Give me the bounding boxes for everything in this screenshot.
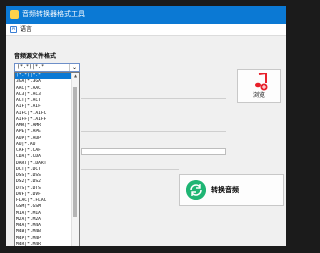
dropdown-scrollbar[interactable]: ▲ ▼ [71, 73, 79, 246]
refresh-icon [186, 180, 206, 200]
language-icon[interactable]: A [10, 26, 17, 33]
format-section-title: 音频源文件格式 [14, 53, 57, 60]
scroll-up-icon[interactable]: ▲ [72, 73, 79, 79]
title-bar[interactable]: 音频转换器格式工具 [6, 6, 286, 24]
chevron-down-icon[interactable]: ⌄ [69, 64, 79, 71]
scroll-down-icon[interactable]: ▼ [72, 245, 79, 246]
convert-audio-button[interactable]: 转换音频 [179, 174, 284, 206]
menu-item-language[interactable]: 语言 [20, 26, 32, 33]
app-icon [10, 10, 19, 19]
convert-audio-button-label: 转换音频 [211, 186, 239, 194]
format-dropdown-list[interactable]: (*.*)|*.* 3GA|*.3GA AAC|*.AAC AC3|*.AC3 ACT|… [14, 72, 80, 246]
divider [81, 169, 179, 170]
dropdown-option[interactable]: M4R|*.M4R [15, 242, 73, 246]
app-window: 音频转换器格式工具 A 语言 音频源文件格式 (*.*)|*.* ⌄ 浏览 转换… [6, 6, 286, 246]
menu-bar: A 语言 [6, 24, 286, 36]
scrollbar-thumb[interactable] [73, 87, 77, 217]
format-select-value: (*.*)|*.* [17, 64, 45, 70]
format-options: (*.*)|*.* 3GA|*.3GA AAC|*.AAC AC3|*.AC3 ACT|… [15, 73, 73, 246]
window-title: 音频转换器格式工具 [22, 10, 85, 18]
browse-button-label: 浏览 [252, 92, 265, 99]
divider [81, 131, 226, 132]
browse-button[interactable]: 浏览 [237, 69, 281, 103]
divider [81, 98, 226, 99]
music-note-icon [255, 73, 268, 91]
format-select[interactable]: (*.*)|*.* ⌄ [14, 63, 80, 72]
output-path-field[interactable] [81, 148, 226, 155]
